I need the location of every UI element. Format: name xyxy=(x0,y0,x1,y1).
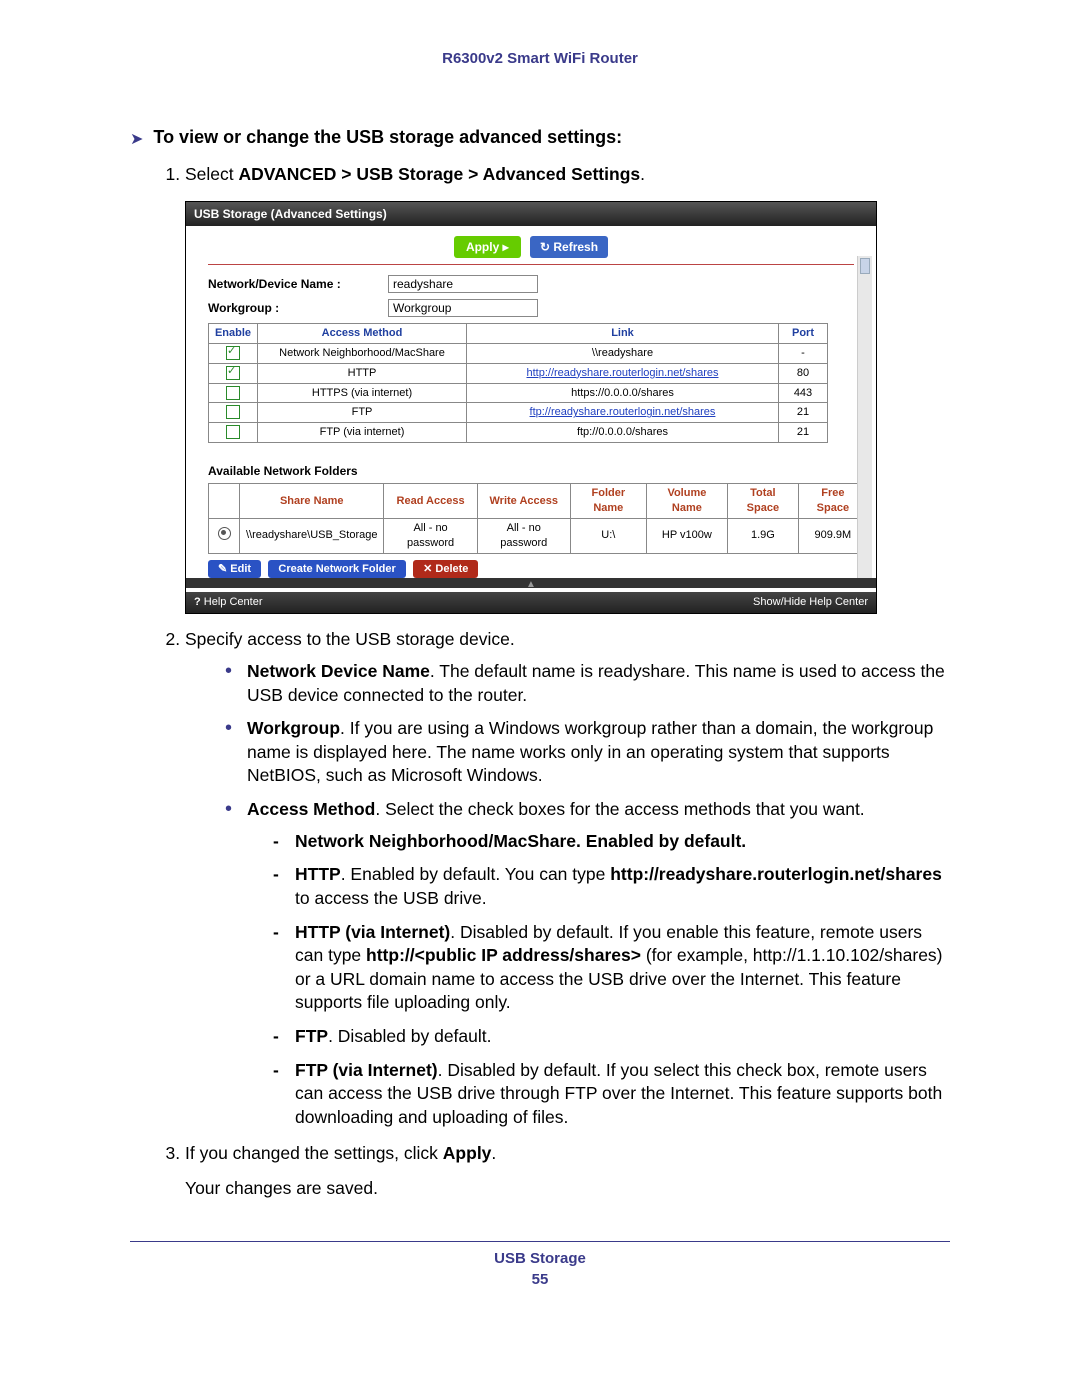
enable-checkbox[interactable] xyxy=(226,366,240,380)
step-3: If you changed the settings, click Apply… xyxy=(185,1142,950,1201)
expand-arrow-icon[interactable]: ▲ xyxy=(186,578,876,588)
col-vol: Volume Name xyxy=(646,484,727,519)
enable-checkbox[interactable] xyxy=(226,405,240,419)
router-ui-screenshot: USB Storage (Advanced Settings) Apply ▸ … xyxy=(185,201,877,615)
col-link: Link xyxy=(467,324,779,344)
step-2: Specify access to the USB storage device… xyxy=(185,628,950,1129)
enable-checkbox[interactable] xyxy=(226,386,240,400)
folders-heading: Available Network Folders xyxy=(208,463,854,479)
table-row: \\readyshare\USB_StorageAll - no passwor… xyxy=(209,518,868,553)
netdev-label: Network/Device Name : xyxy=(208,276,388,292)
triangle-icon: ➤ xyxy=(130,129,143,149)
page-footer: USB Storage 55 xyxy=(130,1250,950,1288)
create-folder-button[interactable]: Create Network Folder xyxy=(268,560,405,579)
dash-ftp-internet: FTP (via Internet). Disabled by default.… xyxy=(273,1059,950,1130)
footer-page-number: 55 xyxy=(130,1271,950,1288)
col-total: Total Space xyxy=(728,484,799,519)
intro-text: To view or change the USB storage advanc… xyxy=(153,127,622,148)
panel-title: USB Storage (Advanced Settings) xyxy=(186,202,876,226)
col-enable: Enable xyxy=(209,324,258,344)
refresh-button[interactable]: ↻ Refresh xyxy=(530,236,608,258)
scrollbar[interactable] xyxy=(857,256,872,579)
col-read: Read Access xyxy=(384,484,477,519)
bullet-netdev: Network Device Name. The default name is… xyxy=(225,660,950,707)
page-header: R6300v2 Smart WiFi Router xyxy=(130,50,950,67)
showhide-help-link[interactable]: Show/Hide Help Center xyxy=(753,595,868,610)
intro-line: ➤ To view or change the USB storage adva… xyxy=(130,127,950,149)
steps-list: Select ADVANCED > USB Storage > Advanced… xyxy=(130,163,950,1201)
col-port: Port xyxy=(779,324,828,344)
access-link[interactable]: http://readyshare.routerlogin.net/shares xyxy=(526,367,718,379)
footer-section: USB Storage xyxy=(130,1250,950,1267)
scrollbar-thumb[interactable] xyxy=(860,258,870,274)
help-center-link[interactable]: Help Center xyxy=(194,595,262,610)
folders-table: Share Name Read Access Write Access Fold… xyxy=(208,483,868,553)
col-share: Share Name xyxy=(240,484,384,519)
select-radio[interactable] xyxy=(218,527,231,540)
dash-http: HTTP. Enabled by default. You can type h… xyxy=(273,863,950,910)
table-row: HTTPhttp://readyshare.routerlogin.net/sh… xyxy=(209,363,828,383)
access-link[interactable]: ftp://readyshare.routerlogin.net/shares xyxy=(530,406,716,418)
table-row: Network Neighborhood/MacShare\\readyshar… xyxy=(209,343,828,363)
dash-macshare: Network Neighborhood/MacShare. Enabled b… xyxy=(273,830,950,854)
footer-rule xyxy=(130,1241,950,1242)
dash-ftp: FTP. Disabled by default. xyxy=(273,1025,950,1049)
bullet-workgroup: Workgroup. If you are using a Windows wo… xyxy=(225,717,950,788)
access-methods-table: Enable Access Method Link Port Network N… xyxy=(208,323,828,443)
bullet-access-method: Access Method. Select the check boxes fo… xyxy=(225,798,950,1130)
document-page: R6300v2 Smart WiFi Router ➤ To view or c… xyxy=(0,0,1080,1397)
step1-suffix: . xyxy=(640,164,645,184)
table-row: FTPftp://readyshare.routerlogin.net/shar… xyxy=(209,403,828,423)
dash-http-internet: HTTP (via Internet). Disabled by default… xyxy=(273,921,950,1016)
step2-text: Specify access to the USB storage device… xyxy=(185,629,515,649)
step3-result: Your changes are saved. xyxy=(185,1177,950,1201)
table-row: FTP (via internet)ftp://0.0.0.0/shares21 xyxy=(209,423,828,443)
step1-path: ADVANCED > USB Storage > Advanced Settin… xyxy=(239,164,641,184)
apply-button[interactable]: Apply ▸ xyxy=(454,236,521,258)
delete-button[interactable]: ✕ Delete xyxy=(413,560,478,579)
table-row: HTTPS (via internet)https://0.0.0.0/shar… xyxy=(209,383,828,403)
enable-checkbox[interactable] xyxy=(226,346,240,360)
workgroup-input[interactable] xyxy=(388,299,538,317)
enable-checkbox[interactable] xyxy=(226,425,240,439)
step-1: Select ADVANCED > USB Storage > Advanced… xyxy=(185,163,950,614)
col-method: Access Method xyxy=(258,324,467,344)
col-write: Write Access xyxy=(477,484,570,519)
col-folder: Folder Name xyxy=(570,484,646,519)
workgroup-label: Workgroup : xyxy=(208,300,388,316)
netdev-input[interactable] xyxy=(388,275,538,293)
edit-button[interactable]: ✎ Edit xyxy=(208,560,261,579)
step1-prefix: Select xyxy=(185,164,239,184)
